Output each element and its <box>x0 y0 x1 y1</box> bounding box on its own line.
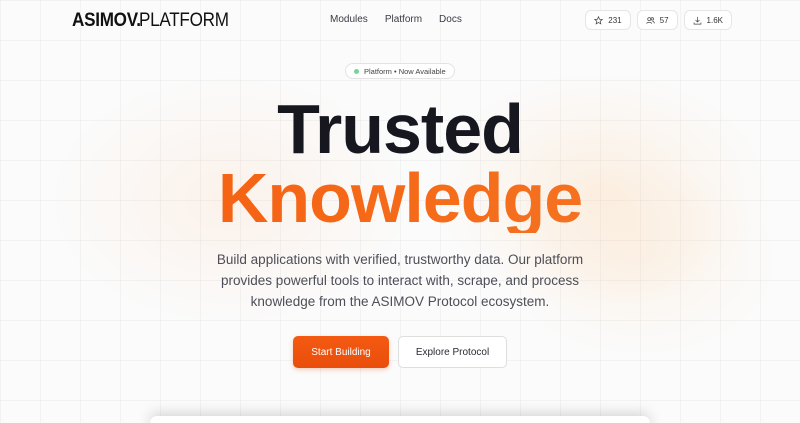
stars-button[interactable]: 231 <box>585 10 631 30</box>
contributors-button[interactable]: 57 <box>636 10 678 30</box>
hero-title-line-1: Trusted <box>277 90 524 168</box>
star-icon <box>594 15 604 25</box>
nav-item-docs[interactable]: Docs <box>439 14 462 25</box>
logo-bold: ASIMOV. <box>72 10 141 31</box>
start-building-button[interactable]: Start Building <box>293 336 389 368</box>
nav-item-modules[interactable]: Modules <box>330 14 368 25</box>
logo[interactable]: ASIMOV. PLATFORM <box>72 10 239 32</box>
nav-item-platform[interactable]: Platform <box>385 14 422 25</box>
downloads-count: 1.6K <box>706 15 723 25</box>
logo-light: PLATFORM <box>139 10 230 31</box>
contributors-count: 57 <box>659 15 669 25</box>
explore-protocol-button[interactable]: Explore Protocol <box>398 336 507 368</box>
stars-count: 231 <box>608 15 622 25</box>
status-badge: Platform • Now Available <box>345 63 455 79</box>
status-badge-text: Platform • Now Available <box>364 66 446 76</box>
status-dot <box>354 68 359 74</box>
app-preview-card <box>150 416 650 423</box>
downloads-button[interactable]: 1.6K <box>683 10 732 30</box>
hero-title-line-2: Knowledge <box>0 163 800 233</box>
top-bar: ASIMOV. PLATFORM Modules Platform Docs 2… <box>0 0 800 42</box>
users-icon <box>645 16 655 24</box>
main-nav: Modules Platform Docs <box>330 14 462 25</box>
repo-stats: 231 57 1.6K <box>585 10 732 30</box>
download-icon <box>693 16 701 24</box>
hero-subtitle: Build applications with verified, trustw… <box>216 252 584 309</box>
